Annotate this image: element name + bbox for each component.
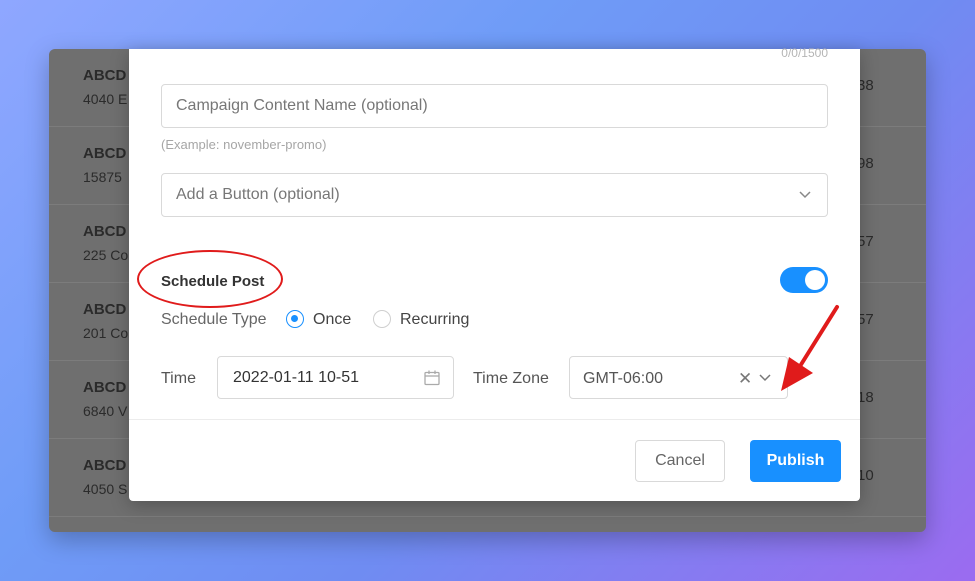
annotation-arrow-icon	[781, 305, 839, 391]
schedule-type-label: Schedule Type	[161, 311, 267, 328]
list-item-title: ABCD	[83, 301, 127, 318]
cancel-button[interactable]: Cancel	[635, 440, 725, 482]
time-value: 2022-01-11 10-51	[233, 369, 360, 386]
time-zone-value: GMT-06:00	[583, 370, 664, 387]
time-zone-label: Time Zone	[473, 370, 549, 387]
content-name-placeholder: Campaign Content Name (optional)	[176, 97, 428, 114]
time-label: Time	[161, 370, 196, 387]
content-name-hint: (Example: november-promo)	[161, 137, 327, 152]
calendar-icon	[424, 370, 440, 386]
list-item-title: ABCD	[83, 457, 127, 474]
publish-button[interactable]: Publish	[750, 440, 841, 482]
list-item-address: 6840 V	[83, 403, 128, 419]
char-counter: 0/0/1500	[781, 46, 828, 60]
campaign-modal: 0/0/1500 Campaign Content Name (optional…	[129, 46, 860, 501]
list-item-address: 4050 S	[83, 481, 128, 497]
add-button-select[interactable]: Add a Button (optional)	[161, 173, 828, 217]
add-button-placeholder: Add a Button (optional)	[176, 186, 340, 203]
list-item-address: 15875	[83, 169, 122, 185]
chevron-down-icon	[799, 191, 811, 199]
radio-once-label[interactable]: Once	[313, 311, 351, 329]
radio-recurring[interactable]	[373, 310, 391, 328]
footer-divider	[129, 419, 860, 420]
content-name-input[interactable]: Campaign Content Name (optional)	[161, 84, 828, 128]
time-picker[interactable]: 2022-01-11 10-51	[217, 356, 454, 399]
list-item-title: ABCD	[83, 379, 127, 396]
list-item-address: 201 Co	[83, 325, 129, 341]
close-icon[interactable]: ✕	[738, 369, 752, 389]
toggle-knob	[805, 270, 825, 290]
list-item-title: ABCD	[83, 145, 127, 162]
schedule-toggle[interactable]	[780, 267, 828, 293]
list-item-address: 4040 E	[83, 91, 128, 107]
time-zone-select[interactable]: GMT-06:00 ✕	[569, 356, 788, 399]
list-item-title: ABCD	[83, 223, 127, 240]
chevron-down-icon	[759, 374, 771, 382]
list-item-title: ABCD	[83, 67, 127, 84]
list-item-address: 225 Co	[83, 247, 129, 263]
radio-recurring-label[interactable]: Recurring	[400, 311, 469, 329]
radio-once[interactable]	[286, 310, 304, 328]
schedule-post-label: Schedule Post	[161, 273, 265, 290]
